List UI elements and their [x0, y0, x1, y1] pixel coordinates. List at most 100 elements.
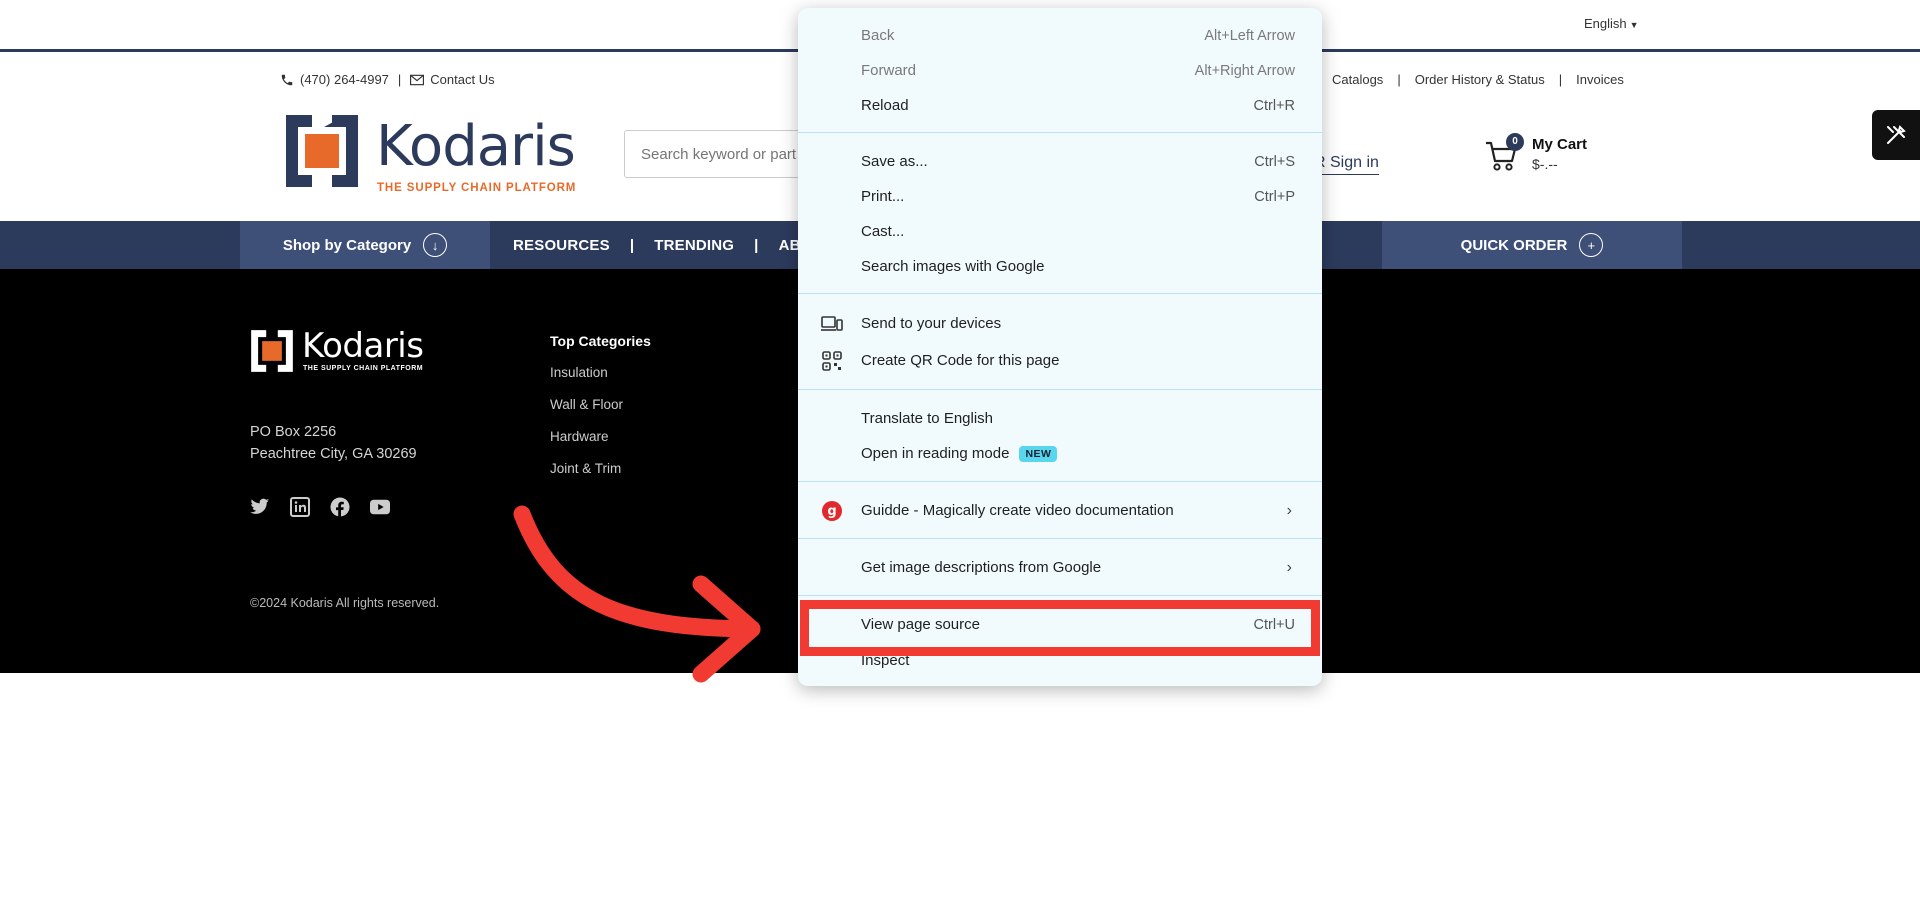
nav-trending[interactable]: TRENDING [654, 237, 734, 254]
utility-links-left: (470) 264-4997 | Contact Us [280, 72, 495, 87]
menu-item-qr-code[interactable]: Create QR Code for this page [798, 343, 1322, 378]
linkedin-icon[interactable] [290, 497, 310, 517]
logo-tagline: THE SUPPLY CHAIN PLATFORM [377, 182, 577, 194]
menu-item-label-wrap: Open in reading mode NEW [861, 444, 1058, 463]
plus-circle-icon: + [1579, 233, 1604, 257]
language-select[interactable]: English ▼ [1584, 16, 1639, 31]
menu-separator [798, 481, 1322, 482]
nav-links: RESOURCES | TRENDING | AB [513, 221, 801, 269]
devices-icon [821, 313, 843, 335]
quick-order-label: QUICK ORDER [1460, 236, 1568, 254]
arrow-down-circle-icon: ↓ [423, 233, 448, 257]
svg-text:g: g [827, 504, 836, 519]
menu-item-label: Cast... [861, 223, 905, 240]
cart-title: My Cart [1532, 136, 1588, 153]
menu-item-shortcut: Ctrl+P [1254, 188, 1295, 205]
page: { "lang_bar": { "language": "English" },… [0, 0, 1920, 912]
shop-by-category-button[interactable]: Shop by Category ↓ [240, 221, 490, 269]
menu-item-label: View page source [861, 616, 980, 633]
menu-item-shortcut: Ctrl+U [1253, 616, 1296, 633]
sign-in-link[interactable]: R Sign in [1314, 154, 1379, 175]
top-categories-title: Top Categories [550, 333, 651, 349]
order-history-link[interactable]: Order History & Status [1415, 72, 1545, 87]
youtube-icon[interactable] [370, 497, 390, 517]
menu-item-label: Search images with Google [861, 258, 1045, 275]
context-menu: Back Alt+Left Arrow Forward Alt+Right Ar… [798, 8, 1322, 686]
search-box[interactable] [624, 130, 804, 178]
footer-address: PO Box 2256 Peachtree City, GA 30269 [250, 421, 417, 465]
nav-resources[interactable]: RESOURCES [513, 237, 610, 254]
caret-down-icon: ▼ [1629, 20, 1639, 30]
menu-item-shortcut: Alt+Right Arrow [1194, 62, 1295, 79]
menu-item-label: Guidde - Magically create video document… [861, 502, 1174, 519]
menu-separator [798, 132, 1322, 133]
chevron-right-icon: › [1286, 501, 1292, 519]
catalogs-link[interactable]: Catalogs [1332, 72, 1383, 87]
menu-item-label: Create QR Code for this page [861, 352, 1060, 369]
invoices-link[interactable]: Invoices [1576, 72, 1624, 87]
menu-item-translate[interactable]: Translate to English [798, 401, 1322, 436]
search-input[interactable] [625, 131, 803, 177]
separator: | [629, 236, 635, 254]
category-link-insulation[interactable]: Insulation [550, 365, 651, 397]
category-link-wall-floor[interactable]: Wall & Floor [550, 397, 651, 429]
menu-item-back[interactable]: Back Alt+Left Arrow [798, 18, 1322, 53]
phone-icon [281, 74, 293, 85]
menu-item-search-images[interactable]: Search images with Google [798, 249, 1322, 284]
menu-item-label: Save as... [861, 153, 928, 170]
menu-separator [798, 595, 1322, 596]
menu-separator [798, 293, 1322, 294]
menu-separator [798, 389, 1322, 390]
cart-total: $-.-- [1532, 156, 1558, 172]
facebook-icon[interactable] [330, 497, 350, 517]
logo-mark-icon [251, 330, 293, 372]
menu-item-reload[interactable]: Reload Ctrl+R [798, 88, 1322, 123]
separator: | [754, 236, 759, 254]
category-link-joint-trim[interactable]: Joint & Trim [550, 461, 651, 493]
menu-item-label: Open in reading mode [861, 444, 1010, 462]
menu-item-inspect[interactable]: Inspect [798, 643, 1322, 678]
chevron-right-icon: › [1286, 558, 1292, 576]
phone-number[interactable]: (470) 264-4997 [300, 72, 389, 87]
separator: | [1558, 72, 1563, 87]
footer-logo[interactable]: Kodaris THE SUPPLY CHAIN PLATFORM [250, 329, 450, 375]
menu-item-label: Reload [861, 97, 909, 114]
contact-us-link[interactable]: Contact Us [430, 72, 494, 87]
cart-widget[interactable]: 0 My Cart $-.-- [1484, 133, 1624, 183]
twitter-icon[interactable] [250, 497, 270, 517]
guidde-icon: g [821, 500, 843, 522]
separator: | [1397, 72, 1401, 87]
menu-item-image-descriptions[interactable]: Get image descriptions from Google › [798, 550, 1322, 585]
menu-item-cast[interactable]: Cast... [798, 214, 1322, 249]
qr-code-icon [821, 350, 843, 372]
menu-item-forward[interactable]: Forward Alt+Right Arrow [798, 53, 1322, 88]
cart-count-badge: 0 [1506, 133, 1524, 151]
menu-item-label: Send to your devices [861, 315, 1002, 332]
footer-logo-wordmark: Kodaris [302, 326, 424, 366]
menu-item-save-as[interactable]: Save as... Ctrl+S [798, 144, 1322, 179]
quick-order-button[interactable]: QUICK ORDER + [1382, 221, 1682, 269]
logo-mark-icon [286, 115, 358, 187]
menu-item-guidde[interactable]: g Guidde - Magically create video docume… [798, 493, 1322, 528]
menu-item-shortcut: Alt+Left Arrow [1204, 27, 1295, 44]
address-line-1: PO Box 2256 [250, 424, 337, 440]
top-categories: Top Categories Insulation Wall & Floor H… [550, 333, 651, 493]
menu-item-label: Print... [861, 188, 905, 205]
menu-item-print[interactable]: Print... Ctrl+P [798, 179, 1322, 214]
site-logo[interactable]: Kodaris THE SUPPLY CHAIN PLATFORM [284, 113, 584, 194]
footer-logo-tagline: THE SUPPLY CHAIN PLATFORM [303, 365, 424, 372]
logo-wordmark: Kodaris [376, 114, 576, 179]
address-line-2: Peachtree City, GA 30269 [250, 446, 417, 462]
menu-item-reading-mode[interactable]: Open in reading mode NEW [798, 436, 1322, 471]
menu-item-label: Translate to English [861, 410, 994, 427]
menu-item-view-page-source[interactable]: View page source Ctrl+U [798, 607, 1322, 642]
menu-item-send-to-devices[interactable]: Send to your devices [798, 306, 1322, 341]
menu-item-label: Inspect [861, 652, 910, 669]
utility-links-right: Catalogs | Order History & Status | Invo… [1332, 72, 1624, 87]
category-link-hardware[interactable]: Hardware [550, 429, 651, 461]
tools-tab[interactable] [1872, 110, 1920, 160]
shop-by-category-label: Shop by Category [282, 236, 412, 254]
menu-item-shortcut: Ctrl+S [1254, 153, 1295, 170]
tools-icon [1887, 125, 1906, 144]
language-label: English [1584, 16, 1627, 31]
